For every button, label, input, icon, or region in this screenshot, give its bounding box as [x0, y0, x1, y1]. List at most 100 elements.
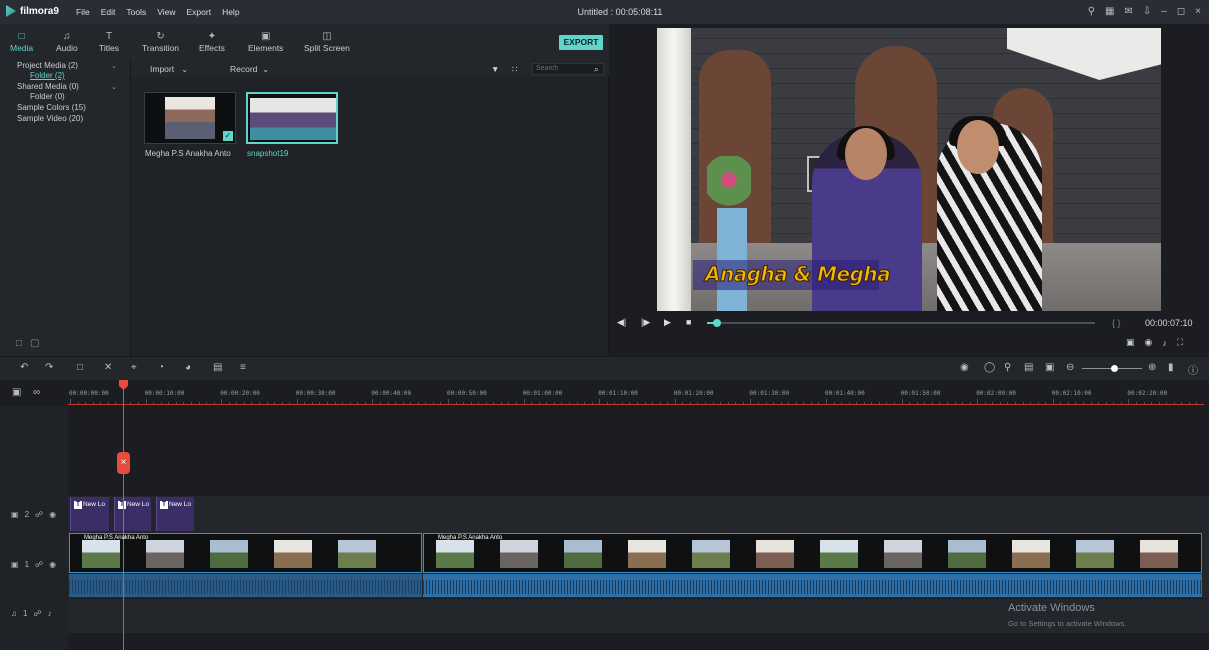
tree-sample-colors[interactable]: Sample Colors (15): [17, 103, 86, 112]
tab-media[interactable]: □ Media: [10, 31, 33, 53]
media-thumbnail[interactable]: ✓: [144, 92, 236, 144]
filter-icon[interactable]: ▼: [491, 64, 499, 74]
tree-sample-video[interactable]: Sample Video (20): [17, 114, 83, 123]
tab-titles[interactable]: T Titles: [99, 31, 119, 53]
menu-export[interactable]: Export: [186, 7, 211, 17]
mark-in-out[interactable]: { }: [1112, 318, 1121, 328]
lock-icon[interactable]: ☍: [35, 560, 43, 569]
export-button[interactable]: EXPORT: [559, 35, 603, 50]
cut-icon[interactable]: ✕: [104, 362, 112, 373]
help-icon[interactable]: ⓘ: [1188, 362, 1198, 377]
account-icon[interactable]: ⚲: [1088, 6, 1095, 17]
step-forward-icon[interactable]: |▶: [641, 317, 650, 328]
undo-icon[interactable]: ↶: [20, 362, 28, 373]
minimize-icon[interactable]: –: [1161, 6, 1167, 17]
ruler-time-label: 00:00:20:00: [220, 390, 260, 397]
eye-icon[interactable]: ◉: [49, 510, 56, 519]
download-icon[interactable]: ⇩: [1143, 6, 1151, 17]
close-icon[interactable]: ×: [1195, 6, 1201, 17]
track-manager-icon[interactable]: ▮: [1168, 362, 1174, 373]
step-back-icon[interactable]: ◀|: [617, 317, 626, 328]
fullscreen-icon[interactable]: ⛶: [1177, 337, 1183, 348]
save-icon[interactable]: ▦: [1105, 6, 1114, 17]
new-folder-icon[interactable]: □: [16, 338, 22, 349]
title-track[interactable]: [68, 496, 1209, 532]
record-button[interactable]: Record ⌄: [230, 64, 269, 75]
audio-mixer-icon[interactable]: ▤: [213, 362, 222, 373]
playhead-cut-icon[interactable]: ×: [117, 452, 130, 474]
volume-icon[interactable]: ♪: [1162, 338, 1167, 348]
adjust-icon[interactable]: ≡: [240, 362, 246, 373]
tab-split-screen[interactable]: ◫ Split Screen: [304, 31, 350, 53]
audio-ducking-icon[interactable]: ▤: [1024, 362, 1033, 373]
chevron-down-icon[interactable]: ⌄: [111, 62, 117, 70]
delete-icon[interactable]: □: [77, 362, 83, 373]
tree-shared-media[interactable]: Shared Media (0): [17, 82, 79, 91]
chevron-down-icon[interactable]: ⌄: [111, 83, 117, 91]
menu-edit[interactable]: Edit: [101, 7, 116, 17]
search-icon[interactable]: ⌕: [594, 64, 599, 75]
tab-transition[interactable]: ↻ Transition: [142, 31, 179, 53]
menu-help[interactable]: Help: [222, 7, 239, 17]
title-clip[interactable]: T New Lo: [70, 497, 109, 531]
ruler-time-label: 00:01:30:00: [749, 390, 790, 397]
stop-icon[interactable]: ■: [686, 317, 691, 327]
zoom-handle[interactable]: [1111, 365, 1118, 372]
tab-audio[interactable]: ♫ Audio: [56, 31, 78, 53]
play-icon[interactable]: ▶: [664, 317, 671, 328]
add-track-icon[interactable]: ▣: [12, 387, 21, 398]
video-clip[interactable]: Megha P.S Anakha Anto: [69, 533, 422, 573]
render-icon[interactable]: ▣: [1126, 337, 1135, 348]
lock-icon[interactable]: ☍: [33, 609, 41, 618]
menu-view[interactable]: View: [157, 7, 175, 17]
effects-icon: ✦: [207, 31, 217, 42]
tab-effects[interactable]: ✦ Effects: [199, 31, 225, 53]
menu-tools[interactable]: Tools: [126, 7, 146, 17]
watermark-subtitle: Go to Settings to activate Windows.: [1008, 619, 1127, 628]
playhead[interactable]: [123, 383, 124, 650]
speaker-icon[interactable]: ♪: [48, 609, 52, 618]
tab-elements[interactable]: ▣ Elements: [248, 31, 283, 53]
progress-handle[interactable]: [713, 319, 721, 327]
tree-project-media[interactable]: Project Media (2): [17, 61, 78, 70]
menu-file[interactable]: File: [76, 7, 90, 17]
speed-icon[interactable]: ◔: [158, 362, 164, 373]
eye-icon[interactable]: ◉: [49, 560, 56, 569]
tree-shared-folder[interactable]: Folder (0): [30, 92, 65, 101]
text-icon: T: [105, 31, 113, 42]
folder-actions: □ ▢: [16, 338, 40, 349]
marker-icon[interactable]: ◯: [984, 362, 995, 373]
transition-icon: ↻: [156, 31, 165, 42]
app-logo: filmora9: [6, 5, 59, 17]
title-clip[interactable]: T New Lo: [114, 497, 151, 531]
delete-folder-icon[interactable]: ▢: [30, 338, 39, 349]
zoom-in-icon[interactable]: ⊕: [1148, 362, 1156, 373]
audio-waveform[interactable]: [69, 574, 422, 597]
ruler-time-label: 00:00:30:00: [295, 390, 336, 397]
maximize-icon[interactable]: ◻: [1177, 6, 1185, 17]
video-preview[interactable]: Anagha & Megha: [657, 28, 1161, 311]
snapshot-icon[interactable]: ◉: [1145, 337, 1153, 348]
voiceover-icon[interactable]: ⚲: [1004, 362, 1011, 373]
video-frame-thumbnail: [884, 540, 922, 568]
color-icon[interactable]: ◕: [185, 362, 191, 373]
render-preview-icon[interactable]: ◉: [960, 362, 969, 373]
mail-icon[interactable]: ✉: [1125, 6, 1133, 17]
video-frame-thumbnail: [948, 540, 986, 568]
video-clip[interactable]: Megha P.S Anakha Anto: [423, 533, 1202, 573]
app-name: filmora9: [20, 5, 59, 17]
link-icon[interactable]: ∞: [33, 387, 40, 398]
progress-track[interactable]: [707, 322, 1095, 324]
video-frame-thumbnail: [756, 540, 794, 568]
tree-folder-selected[interactable]: Folder (2): [30, 71, 65, 80]
title-clip[interactable]: T New Lo: [156, 497, 194, 531]
grid-view-icon[interactable]: ∷: [512, 64, 517, 75]
zoom-out-icon[interactable]: ⊖: [1066, 362, 1074, 373]
audio-waveform[interactable]: [423, 574, 1202, 597]
lock-icon[interactable]: ☍: [35, 510, 43, 519]
import-button[interactable]: Import ⌄: [150, 64, 188, 75]
snapshot-timeline-icon[interactable]: ▣: [1045, 362, 1054, 373]
crop-icon[interactable]: ⌖: [131, 362, 137, 373]
redo-icon[interactable]: ↷: [45, 362, 53, 373]
media-thumbnail-selected[interactable]: [246, 92, 338, 144]
